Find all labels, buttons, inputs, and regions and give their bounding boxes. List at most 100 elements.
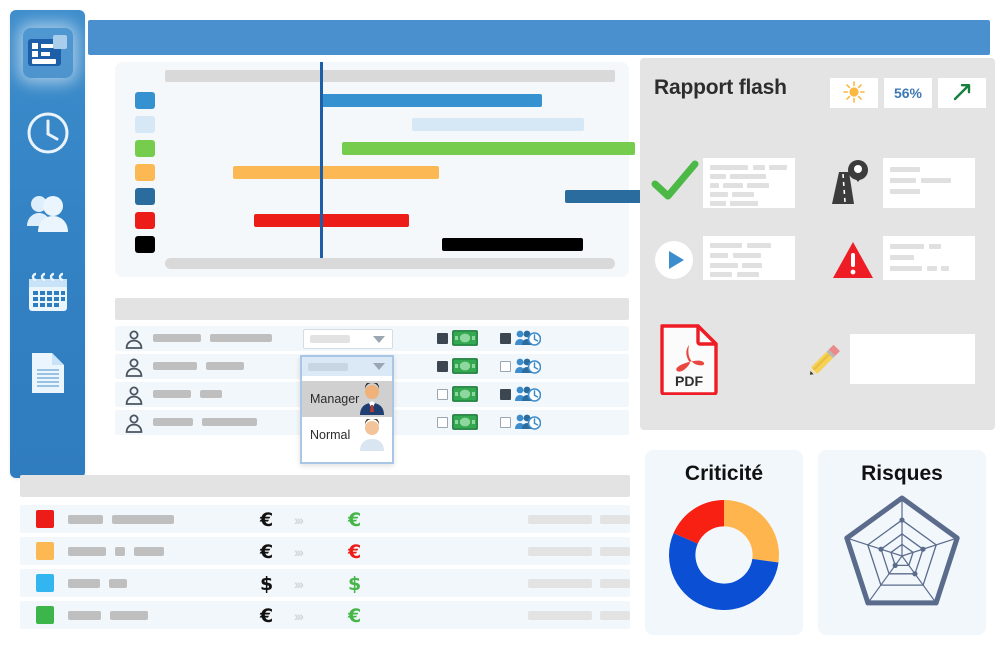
transfer-arrows-icon: ››› [294, 544, 304, 560]
kpi-trend[interactable] [938, 78, 986, 108]
kpi-progress[interactable]: 56% [884, 78, 932, 108]
flash-card-4 [883, 236, 975, 280]
top-header-bar [88, 20, 990, 55]
role-dropdown-field[interactable] [302, 357, 392, 376]
kpi-progress-value: 56% [893, 85, 923, 101]
table-row[interactable]: $ ››› $ [20, 569, 630, 597]
gantt-row-swatch [135, 92, 155, 109]
team-table-header [115, 298, 629, 320]
gantt-row [115, 136, 635, 160]
gantt-row-swatch [135, 164, 155, 181]
role-option-normal[interactable]: Normal [302, 417, 392, 453]
amount-from: € [260, 541, 274, 563]
label-placeholder [110, 611, 148, 620]
document-icon [28, 351, 68, 395]
sidebar-item-time[interactable] [23, 108, 73, 158]
radar-point[interactable] [892, 562, 898, 568]
gantt-row-swatch [135, 140, 155, 157]
sidebar-item-documents[interactable] [23, 348, 73, 398]
people-clock-icon [515, 357, 542, 381]
table-row[interactable] [115, 326, 629, 351]
play-icon [654, 241, 694, 284]
resource-checkbox[interactable] [500, 389, 511, 400]
gantt-bar[interactable] [342, 142, 635, 155]
label-placeholder [112, 515, 174, 524]
role-dropdown-open[interactable]: Manager Normal [300, 355, 394, 464]
name-placeholder [153, 362, 197, 370]
flash-item-roadmap[interactable] [830, 158, 870, 211]
gantt-bar[interactable] [442, 238, 583, 251]
gantt-row [115, 184, 660, 208]
gantt-bar[interactable] [233, 166, 439, 179]
table-row[interactable]: € ››› € [20, 505, 630, 533]
gantt-bar[interactable] [254, 214, 409, 227]
name-placeholder [210, 334, 272, 342]
calendar-icon [26, 272, 70, 314]
budget-checkbox[interactable] [437, 361, 448, 372]
sun-icon [843, 80, 865, 106]
gantt-row [115, 160, 629, 184]
roadmap-icon [830, 160, 870, 210]
kpi-weather[interactable] [830, 78, 878, 108]
amount-to: € [348, 541, 362, 563]
radar-point[interactable] [920, 546, 926, 552]
gantt-row [115, 88, 629, 112]
flash-card-3 [703, 236, 795, 280]
finance-table-header [20, 475, 630, 497]
role-dropdown-list: Manager Normal [302, 376, 392, 462]
radar-point[interactable] [878, 546, 884, 552]
flash-item-pencil[interactable] [800, 338, 846, 389]
table-row[interactable]: € ››› € [20, 537, 630, 565]
label-placeholder [115, 547, 125, 556]
users-icon [25, 192, 71, 234]
criticite-donut-chart [669, 500, 779, 610]
gantt-bar[interactable] [412, 118, 584, 131]
meta-placeholder [600, 547, 630, 556]
flash-item-play[interactable] [654, 240, 694, 285]
name-placeholder [200, 390, 222, 398]
chevron-down-icon [373, 363, 385, 370]
resource-checkbox[interactable] [500, 361, 511, 372]
gantt-row-swatch [135, 212, 155, 229]
budget-checkbox[interactable] [437, 333, 448, 344]
finance-table: € ››› € € ››› € $ ››› $ € ››› € [20, 475, 630, 640]
finance-table-body: € ››› € € ››› € $ ››› $ € ››› € [20, 505, 630, 633]
gantt-scrollbar-bottom[interactable] [165, 258, 615, 269]
role-option-manager[interactable]: Manager [302, 381, 392, 417]
gantt-panel [115, 62, 660, 277]
radar-point[interactable] [912, 571, 918, 577]
gantt-row [115, 208, 629, 232]
flash-item-check[interactable] [650, 158, 700, 211]
gantt-row-swatch [135, 116, 155, 133]
risques-radar-chart [844, 495, 960, 606]
clock-icon [26, 111, 70, 155]
gantt-scrollbar-top[interactable] [165, 70, 615, 82]
sidebar-item-calendar[interactable] [23, 268, 73, 318]
pencil-icon [800, 344, 846, 388]
radar-point[interactable] [899, 517, 905, 523]
label-placeholder [134, 547, 164, 556]
role-select[interactable] [303, 329, 393, 349]
people-clock-icon [515, 385, 542, 409]
flash-item-pdf[interactable]: PDF [658, 323, 720, 400]
person-icon [125, 330, 143, 354]
sidebar-item-dashboard[interactable] [22, 28, 73, 78]
gantt-today-marker [320, 62, 323, 269]
budget-checkbox[interactable] [437, 417, 448, 428]
person-icon [125, 414, 143, 438]
resource-checkbox[interactable] [500, 417, 511, 428]
gantt-row-swatch [135, 188, 155, 205]
sidebar-item-users[interactable] [23, 188, 73, 238]
donut-slice[interactable] [724, 500, 779, 563]
gantt-bar[interactable] [320, 94, 542, 107]
meta-placeholder [528, 579, 592, 588]
budget-checkbox[interactable] [437, 389, 448, 400]
transfer-arrows-icon: ››› [294, 576, 304, 592]
money-icon [452, 386, 478, 407]
sidebar [10, 10, 85, 478]
name-placeholder [202, 418, 257, 426]
flash-item-warning[interactable] [832, 240, 874, 285]
table-row[interactable]: € ››› € [20, 601, 630, 629]
risques-title: Risques [861, 462, 943, 485]
resource-checkbox[interactable] [500, 333, 511, 344]
